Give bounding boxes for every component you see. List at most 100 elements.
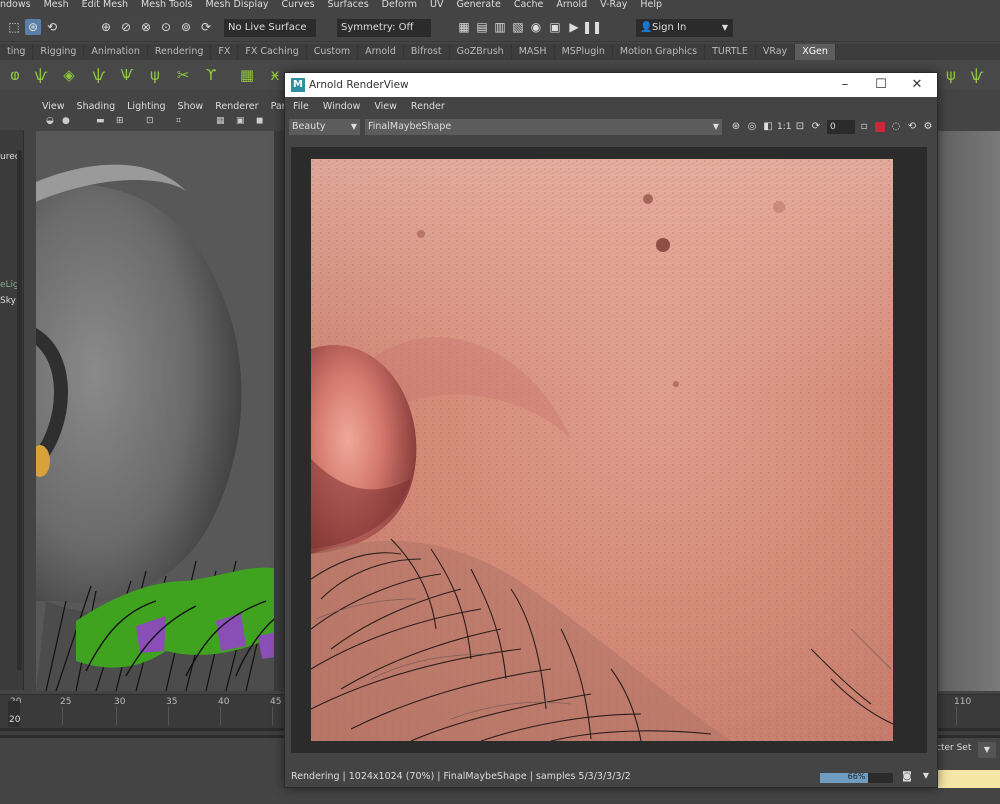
shelf-tab-13[interactable]: TURTLE	[705, 44, 756, 60]
maximize-button[interactable]: ☐	[863, 73, 899, 97]
outliner-scrollbar[interactable]	[17, 150, 22, 670]
menu-item-10[interactable]: Cache	[514, 0, 544, 12]
lock-icon[interactable]: ●	[62, 116, 70, 126]
xgen-layers-icon[interactable]: ◈	[58, 65, 80, 85]
renderview-menu-item-3[interactable]: Render	[411, 99, 445, 115]
menu-item-11[interactable]: Arnold	[556, 0, 587, 12]
exposure-field[interactable]: 0	[827, 120, 855, 134]
xgen-comb-icon[interactable]: ψ	[144, 65, 166, 85]
snap-grid-icon[interactable]: ⊕	[98, 19, 114, 35]
stop-render-button[interactable]	[875, 122, 885, 132]
shelf-tab-7[interactable]: Arnold	[358, 44, 404, 60]
xgen-brush-icon[interactable]: ϒ	[200, 65, 222, 85]
snap-view-icon[interactable]: ⊙	[158, 19, 174, 35]
shelf-tab-1[interactable]: Rigging	[33, 44, 85, 60]
viewport-menu-item-3[interactable]: Show	[178, 99, 204, 115]
shelf-tab-3[interactable]: Rendering	[148, 44, 212, 60]
close-button[interactable]: ✕	[899, 73, 935, 97]
renderview-menu-item-1[interactable]: Window	[323, 99, 360, 115]
renderview-menu-item-2[interactable]: View	[374, 99, 397, 115]
snapshot-camera-icon[interactable]: ◙	[899, 771, 915, 785]
viewport-3d[interactable]	[36, 131, 286, 691]
ratio-button[interactable]: 1:1	[777, 120, 791, 134]
render-sequence-icon[interactable]: ▤	[474, 19, 490, 35]
menu-item-1[interactable]: Mesh	[44, 0, 69, 12]
color-space-icon[interactable]: ◎	[745, 120, 759, 134]
render-icon[interactable]: ⟲	[905, 120, 919, 134]
refresh-icon[interactable]: ⟳	[809, 120, 823, 134]
hypershade-icon[interactable]: ◉	[528, 19, 544, 35]
ipr-icon[interactable]: ◌	[889, 120, 903, 134]
shelf-tab-11[interactable]: MSPlugin	[555, 44, 613, 60]
snap-surface-icon[interactable]: ⊚	[178, 19, 194, 35]
xgen-preview-icon[interactable]: ▦	[236, 65, 258, 85]
shelf-tab-15[interactable]: XGen	[795, 44, 836, 60]
menu-item-3[interactable]: Mesh Tools	[141, 0, 192, 12]
film-gate-icon[interactable]: ⊡	[146, 116, 154, 126]
bookmark-icon[interactable]: ⊞	[116, 116, 124, 126]
outliner-item[interactable]: Sky	[0, 296, 16, 306]
shelf-tab-5[interactable]: FX Caching	[238, 44, 307, 60]
viewport-menu-item-2[interactable]: Lighting	[127, 99, 165, 115]
menu-item-7[interactable]: Deform	[382, 0, 417, 12]
lasso-icon[interactable]: ⟲	[44, 19, 60, 35]
character-set-dropdown[interactable]: ▼	[978, 742, 996, 758]
grid-icon[interactable]: ▦	[216, 116, 225, 126]
outliner-item[interactable]: eLig	[0, 280, 19, 290]
menu-item-2[interactable]: Edit Mesh	[82, 0, 128, 12]
menu-item-8[interactable]: UV	[430, 0, 443, 12]
snapshot-icon[interactable]: ▫	[857, 120, 871, 134]
sign-in-button[interactable]: 👤 Sign In ▼	[636, 19, 733, 37]
ipr-render-icon[interactable]: ▥	[492, 19, 508, 35]
menu-item-6[interactable]: Surfaces	[328, 0, 369, 12]
render-frame-icon[interactable]: ▦	[456, 19, 472, 35]
viewport-menu-item-1[interactable]: Shading	[77, 99, 116, 115]
render-view-icon[interactable]: ▣	[547, 19, 563, 35]
shelf-tab-8[interactable]: Bifrost	[404, 44, 450, 60]
shelf-tab-2[interactable]: Animation	[84, 44, 148, 60]
symmetry-dropdown[interactable]: Symmetry: Off	[337, 19, 431, 37]
shelf-tab-9[interactable]: GoZBrush	[450, 44, 512, 60]
renderview-titlebar[interactable]: M Arnold RenderView – ☐ ✕	[285, 73, 937, 97]
chevron-down-icon[interactable]: ▼	[919, 771, 933, 785]
pause-icon[interactable]: ❚❚	[582, 19, 602, 35]
viewport-menu-item-4[interactable]: Renderer	[215, 99, 258, 115]
renderview-menu-item-0[interactable]: File	[293, 99, 309, 115]
xgen-guides-icon[interactable]: Ѱ	[116, 65, 138, 85]
shelf-tab-10[interactable]: MASH	[512, 44, 555, 60]
xgen-editor-icon[interactable]: ⱷ	[4, 65, 26, 85]
wireframe-icon[interactable]: ▣	[236, 116, 245, 126]
shelf-tab-12[interactable]: Motion Graphics	[613, 44, 706, 60]
menu-item-5[interactable]: Curves	[282, 0, 315, 12]
minimize-button[interactable]: –	[827, 73, 863, 97]
viewport-menu-item-0[interactable]: View	[42, 99, 65, 115]
xgen-cut-icon[interactable]: ✂	[172, 65, 194, 85]
aov-dropdown[interactable]: Beauty ▼	[289, 119, 360, 135]
menu-item-4[interactable]: Mesh Display	[205, 0, 268, 12]
xgen-create-icon[interactable]: ѱ	[30, 65, 52, 85]
render-canvas[interactable]	[291, 147, 927, 753]
current-frame-marker[interactable]: 20	[8, 701, 20, 727]
camera-icon[interactable]: ◒	[46, 116, 54, 126]
camera-dropdown[interactable]: FinalMaybeShape ▼	[365, 119, 722, 135]
live-surface-field[interactable]: No Live Surface	[224, 19, 316, 37]
image-plane-icon[interactable]: ▬	[96, 116, 105, 126]
xgen-add-icon[interactable]: ӿ	[264, 65, 286, 85]
select-tool-icon[interactable]: ⬚	[6, 19, 22, 35]
menu-item-0[interactable]: ndows	[0, 0, 31, 12]
crop-region-icon[interactable]: ⊡	[793, 120, 807, 134]
menu-item-13[interactable]: Help	[640, 0, 662, 12]
snap-live-icon[interactable]: ⟳	[198, 19, 214, 35]
menu-item-9[interactable]: Generate	[456, 0, 500, 12]
shelf-tab-6[interactable]: Custom	[307, 44, 359, 60]
snap-icon[interactable]: ⊛	[25, 19, 41, 35]
xgen-tool2-icon[interactable]: ѱ	[966, 65, 988, 85]
channel-icon[interactable]: ◧	[761, 120, 775, 134]
play-icon[interactable]: ▶	[566, 19, 582, 35]
smooth-shade-icon[interactable]: ◼	[256, 116, 263, 126]
snap-curve-icon[interactable]: ⊘	[118, 19, 134, 35]
right-viewport-area[interactable]	[938, 131, 1000, 691]
snap-point-icon[interactable]: ⊗	[138, 19, 154, 35]
xgen-grooming-icon[interactable]: ѱ	[88, 65, 110, 85]
exposure-icon[interactable]: ⊛	[729, 120, 743, 134]
